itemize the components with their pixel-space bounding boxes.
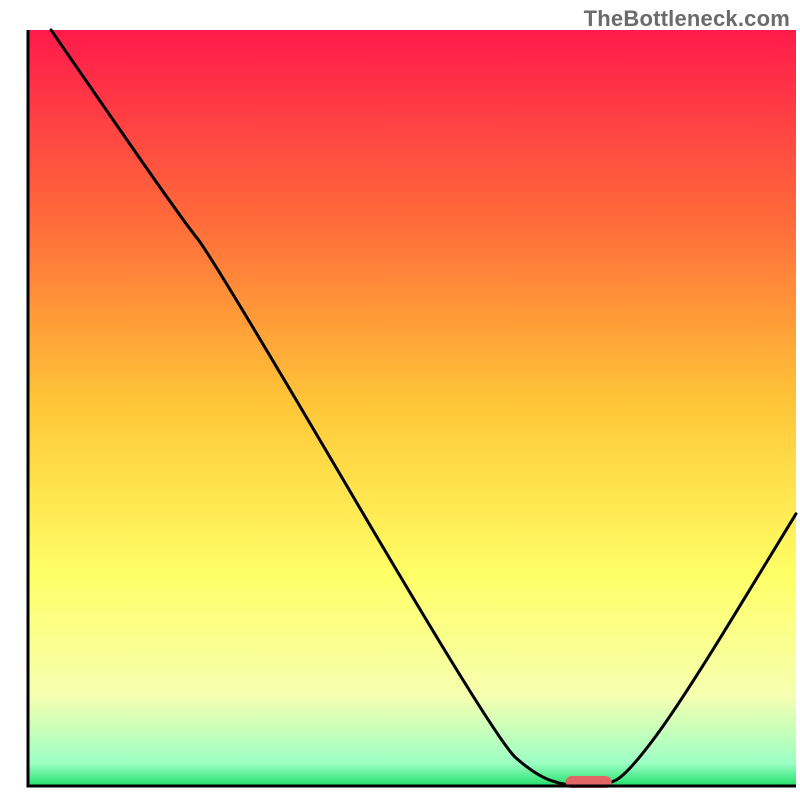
bottleneck-chart — [0, 0, 800, 800]
plot-background — [28, 30, 796, 786]
watermark-text: TheBottleneck.com — [584, 6, 790, 32]
chart-container: TheBottleneck.com — [0, 0, 800, 800]
